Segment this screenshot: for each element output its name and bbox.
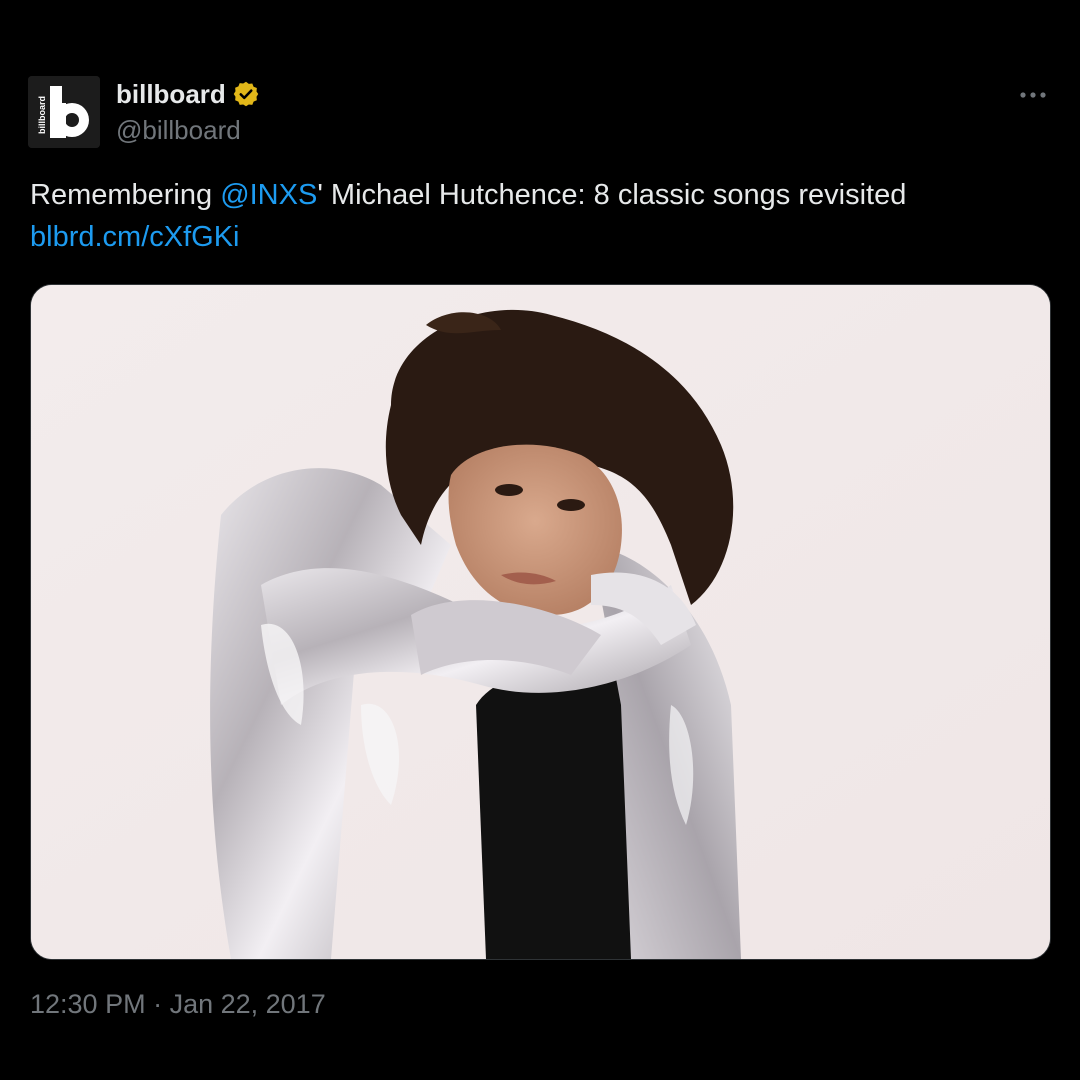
tweet-media-photo[interactable] [30, 284, 1051, 960]
timestamp-separator: · [145, 989, 170, 1019]
tweet-text: Remembering @INXS' Michael Hutchence: 8 … [30, 174, 1050, 258]
tweet-text-suffix: ' Michael Hutchence: 8 classic songs rev… [317, 179, 907, 211]
more-options-button[interactable] [1018, 80, 1048, 110]
portrait-photo [31, 285, 1050, 959]
billboard-logo-icon: billboard [28, 76, 100, 148]
tweet-timestamp[interactable]: 12:30 PM · Jan 22, 2017 [30, 986, 326, 1022]
mention-link[interactable]: @INXS [220, 179, 317, 211]
verified-badge-icon [233, 81, 259, 107]
author-handle[interactable]: @billboard [116, 114, 241, 146]
avatar-wordmark: billboard [37, 96, 47, 134]
tweet-time: 12:30 PM [30, 989, 146, 1019]
tweet-url-link[interactable]: blbrd.cm/cXfGKi [30, 221, 240, 253]
more-horizontal-icon [1020, 92, 1046, 98]
author-display-name[interactable]: billboard [116, 78, 226, 110]
tweet-date: Jan 22, 2017 [169, 989, 326, 1019]
tweet-card: billboard billboard @billboard Rememberi… [0, 0, 1080, 1080]
author-name-row[interactable]: billboard [116, 78, 260, 110]
author-avatar[interactable]: billboard [28, 76, 100, 148]
tweet-text-prefix: Remembering [30, 179, 221, 211]
